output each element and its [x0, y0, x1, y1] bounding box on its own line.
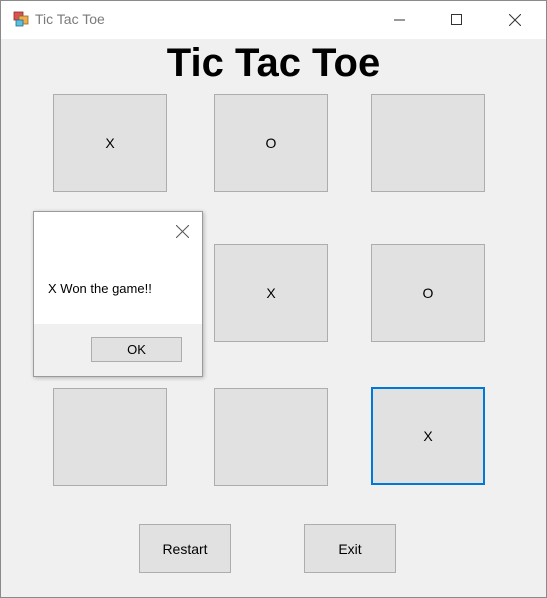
message-dialog: X Won the game!! OK — [33, 211, 203, 377]
close-button[interactable] — [492, 1, 538, 39]
ok-button[interactable]: OK — [91, 337, 182, 362]
cell-r2-c2[interactable]: X — [214, 244, 328, 342]
restart-button[interactable]: Restart — [139, 524, 231, 573]
dialog-message: X Won the game!! — [48, 281, 152, 296]
window-title: Tic Tac Toe — [35, 11, 105, 27]
app-window: Tic Tac Toe Tic Tac Toe X O X O X Restar… — [0, 0, 547, 598]
title-bar[interactable]: Tic Tac Toe — [1, 1, 546, 39]
maximize-button[interactable] — [434, 1, 480, 39]
cell-r3-c2[interactable] — [214, 388, 328, 486]
minimize-button[interactable] — [377, 1, 423, 39]
maximize-icon — [451, 14, 462, 25]
minimize-icon — [394, 19, 405, 21]
dialog-close-button[interactable] — [171, 220, 193, 242]
exit-button[interactable]: Exit — [304, 524, 396, 573]
cell-r3-c1[interactable] — [53, 388, 167, 486]
cell-r1-c2[interactable]: O — [214, 94, 328, 192]
app-icon — [13, 11, 29, 27]
cell-r3-c3[interactable]: X — [371, 387, 485, 485]
cell-r1-c3[interactable] — [371, 94, 485, 192]
close-icon — [509, 14, 521, 26]
cell-r2-c3[interactable]: O — [371, 244, 485, 342]
cell-r1-c1[interactable]: X — [53, 94, 167, 192]
close-icon — [175, 224, 189, 238]
game-heading: Tic Tac Toe — [166, 41, 381, 85]
